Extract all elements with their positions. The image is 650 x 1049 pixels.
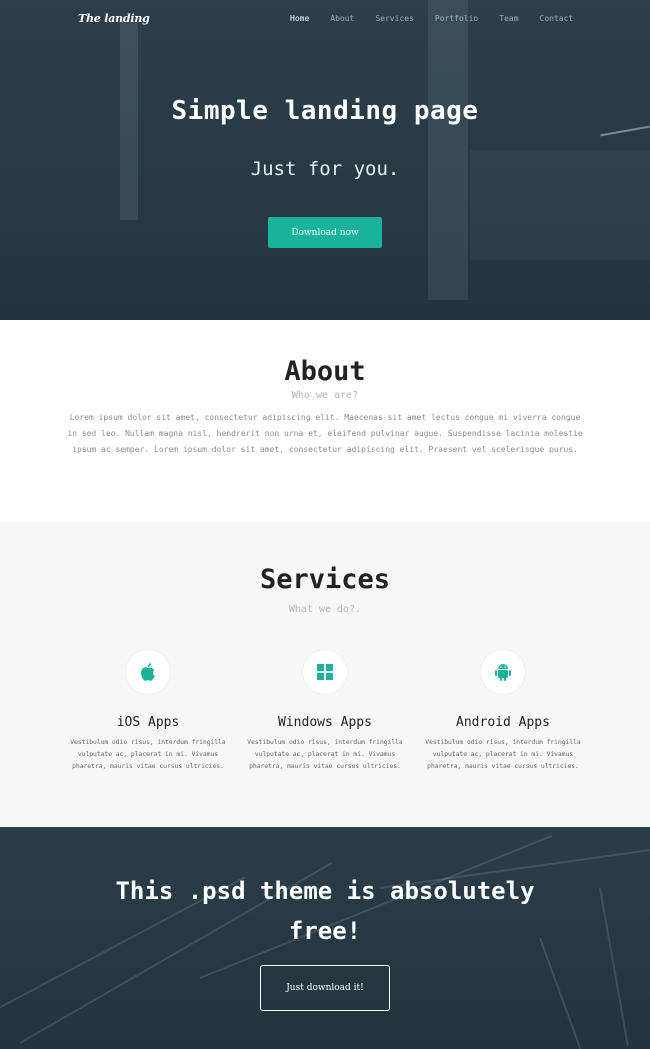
service-card-android: Android Apps Vestibulum odio risus, inte… xyxy=(423,650,583,773)
hero-section: The landing Home About Services Portfoli… xyxy=(0,0,650,320)
nav-link-contact[interactable]: Contact xyxy=(540,14,574,23)
hero-subtitle: Just for you. xyxy=(250,158,400,180)
logo[interactable]: The landing xyxy=(78,12,150,25)
service-card-ios: iOS Apps Vestibulum odio risus, interdum… xyxy=(68,650,228,773)
about-subtitle: Who we are? xyxy=(291,390,359,401)
hero-title: Simple landing page xyxy=(171,96,479,126)
service-card-windows: Windows Apps Vestibulum odio risus, inte… xyxy=(245,650,405,773)
nav-link-team[interactable]: Team xyxy=(499,14,518,23)
windows-icon xyxy=(303,650,347,694)
service-name: Android Apps xyxy=(456,715,550,730)
hero-background-detail xyxy=(428,0,468,300)
nav-link-about[interactable]: About xyxy=(330,14,354,23)
service-description: Vestibulum odio risus, interdum fringill… xyxy=(247,739,403,770)
hero-background-detail xyxy=(600,125,650,137)
services-section: Services What we do?. iOS Apps Vestibulu… xyxy=(0,522,650,827)
cta-title: This .psd theme is absolutely free! xyxy=(115,877,535,945)
service-name: iOS Apps xyxy=(116,715,180,730)
about-title: About xyxy=(284,356,366,387)
top-nav: The landing Home About Services Portfoli… xyxy=(0,0,650,40)
download-now-button[interactable]: Download now xyxy=(268,217,382,248)
nav-link-home[interactable]: Home xyxy=(290,14,309,23)
nav-link-services[interactable]: Services xyxy=(375,14,414,23)
services-title: Services xyxy=(259,564,391,595)
service-name: Windows Apps xyxy=(278,715,372,730)
service-description: Vestibulum odio risus, interdum fringill… xyxy=(70,739,226,770)
android-icon xyxy=(481,650,525,694)
cta-section: This .psd theme is absolutely free! xyxy=(0,827,650,1049)
nav-link-portfolio[interactable]: Portfolio xyxy=(435,14,478,23)
cta-background-detail xyxy=(599,887,629,1046)
about-text: Lorem ipsum dolor sit amet, consectetur … xyxy=(67,413,583,454)
just-download-button[interactable]: Just download it! xyxy=(260,965,390,1011)
services-subtitle: What we do?. xyxy=(288,604,362,615)
nav-links: Home About Services Portfolio Team Conta… xyxy=(290,14,594,23)
service-description: Vestibulum odio risus, interdum fringill… xyxy=(425,739,581,770)
cta-background-detail xyxy=(539,937,589,1049)
about-section: About Who we are? Lorem ipsum dolor sit … xyxy=(0,320,650,522)
apple-icon xyxy=(126,650,170,694)
